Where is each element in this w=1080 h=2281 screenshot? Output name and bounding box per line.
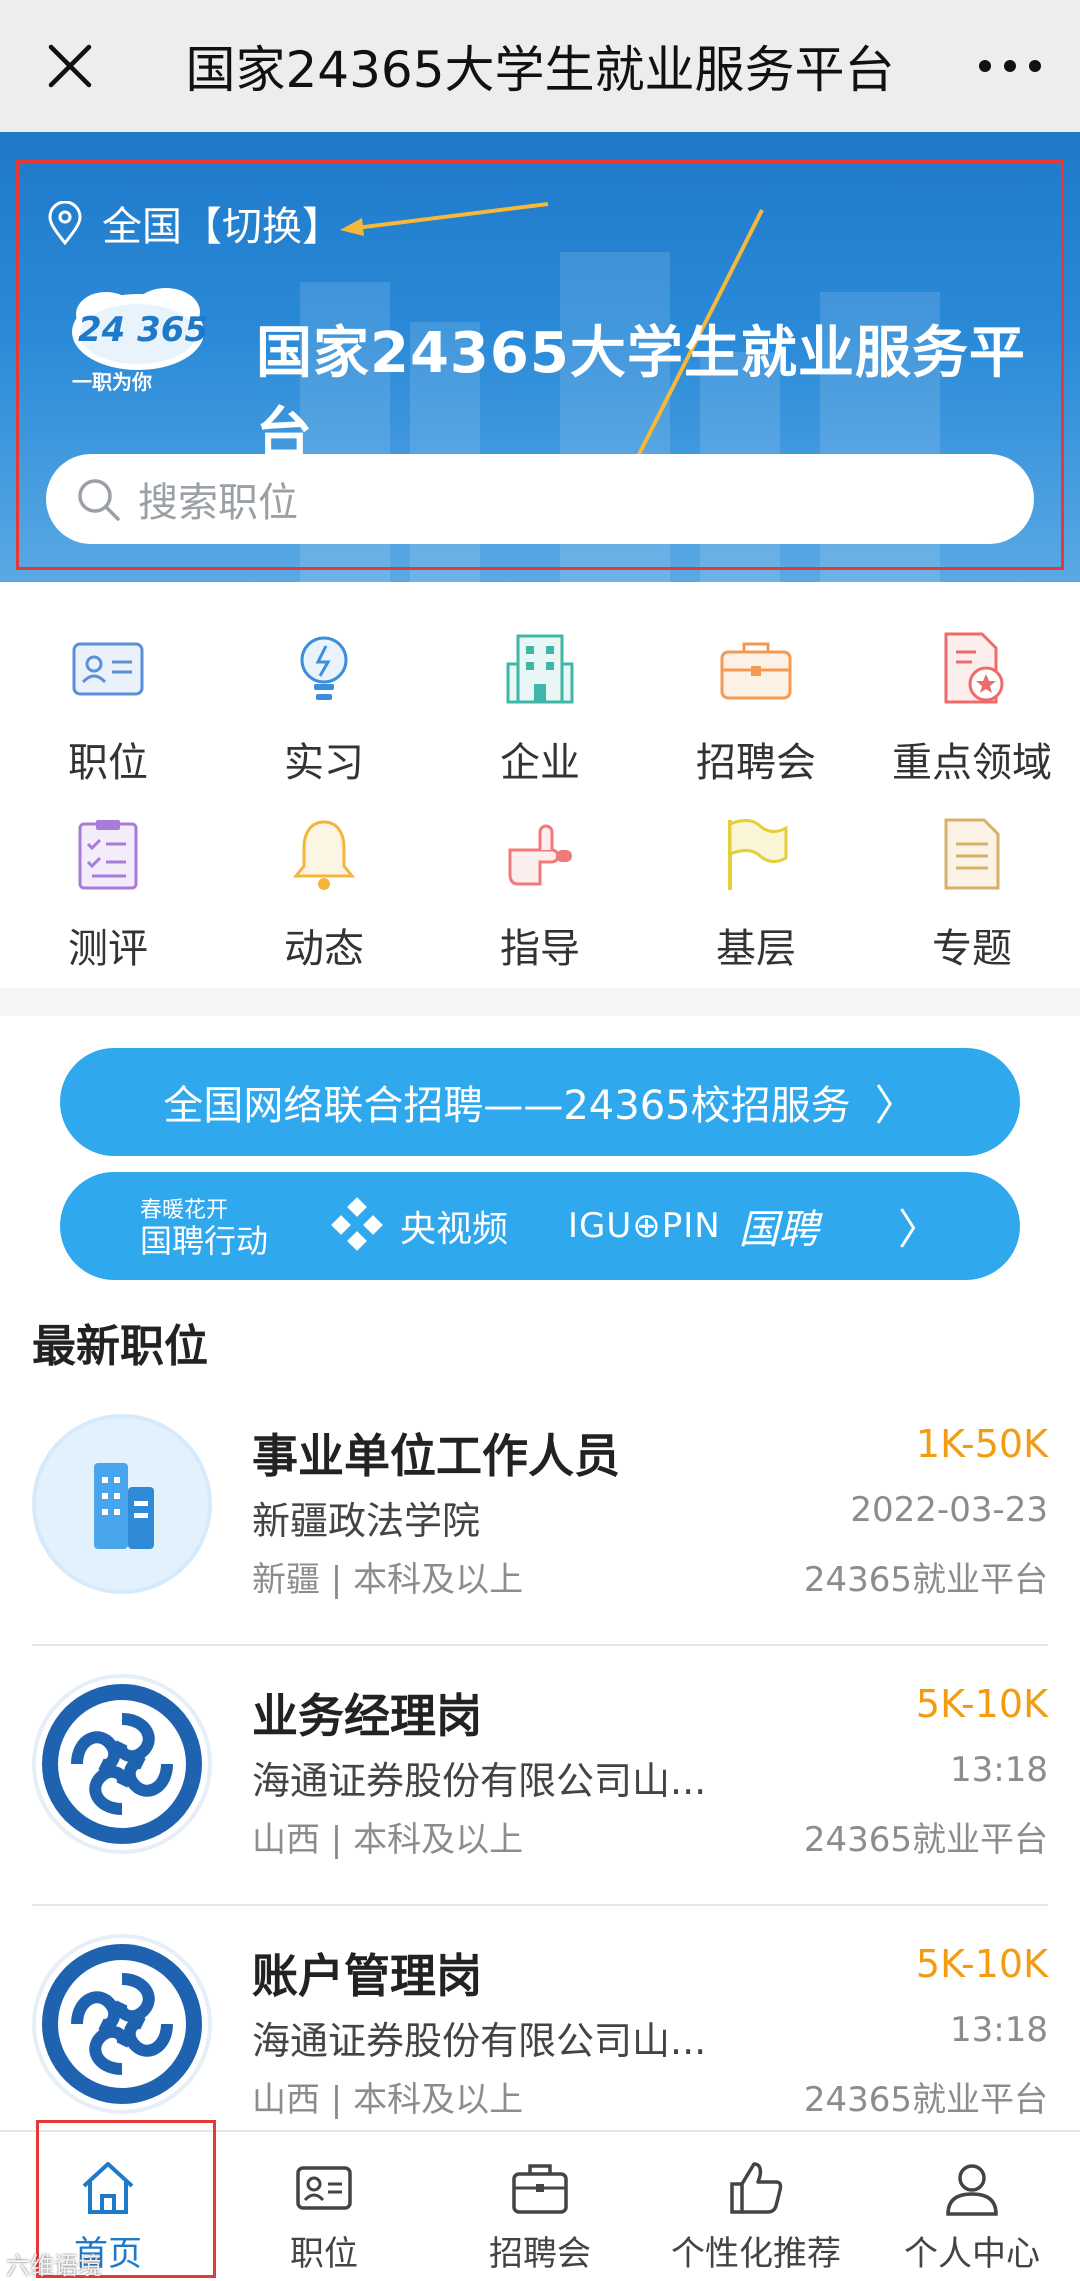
tab-label: 招聘会 xyxy=(489,2234,591,2274)
checklist-icon xyxy=(78,820,138,890)
haitong-logo-icon xyxy=(32,1674,212,1854)
tab-label: 职位 xyxy=(290,2234,358,2274)
brand-line2: 国聘行动 xyxy=(140,1222,269,1260)
job-meta: 新疆 | 本科及以上 xyxy=(252,1560,524,1600)
grid-item-label: 专题 xyxy=(932,926,1012,972)
thumbs-up-icon xyxy=(730,2162,783,2214)
company-name: 新疆政法学院 xyxy=(252,1499,481,1543)
igupin-logo: IGU⊕PIN xyxy=(568,1206,721,1246)
tab-recommendations[interactable]: 个性化推荐 xyxy=(648,2132,864,2281)
file-star-icon xyxy=(944,632,1004,704)
grid-item-topics[interactable]: 专题 xyxy=(864,804,1080,984)
grid-item-label: 实习 xyxy=(284,740,364,786)
job-meta: 山西 | 本科及以上 xyxy=(252,1820,524,1860)
partners-banner[interactable]: 春暖花开 国聘行动 央视频 IGU⊕PIN 国聘 〉 xyxy=(60,1172,1020,1280)
grid-item-label: 职位 xyxy=(68,740,148,786)
company-name: 海通证券股份有限公司山... xyxy=(252,1759,707,1803)
salary: 5K-10K xyxy=(915,1942,1048,1986)
grid-item-assessment[interactable]: 测评 xyxy=(0,804,216,984)
job-meta: 山西 | 本科及以上 xyxy=(252,2080,524,2120)
grid-item-label: 企业 xyxy=(500,740,580,786)
function-grid: 职位 实习 企业 招聘会 重点领域 测评 动态 指导 基层 专题 xyxy=(0,600,1080,980)
more-icon[interactable] xyxy=(970,26,1050,106)
grid-item-grassroots[interactable]: 基层 xyxy=(648,804,864,984)
banner-text: 全国网络联合招聘——24365校招服务 xyxy=(163,1083,851,1129)
id-card-icon xyxy=(296,2166,352,2210)
campus-recruitment-banner[interactable]: 全国网络联合招聘——24365校招服务 〉 xyxy=(60,1048,1020,1156)
grid-item-news[interactable]: 动态 xyxy=(216,804,432,984)
lightbulb-icon xyxy=(300,636,348,700)
grid-item-label: 测评 xyxy=(68,926,148,972)
job-source: 24365就业平台 xyxy=(803,2080,1048,2120)
job-title: 事业单位工作人员 xyxy=(252,1429,620,1483)
job-title: 账户管理岗 xyxy=(252,1949,482,2003)
salary: 5K-10K xyxy=(915,1682,1048,1726)
top-navigation-bar: 国家24365大学生就业服务平台 xyxy=(0,0,1080,132)
tab-label: 个人中心 xyxy=(904,2234,1040,2274)
grid-item-enterprise[interactable]: 企业 xyxy=(432,618,648,798)
grid-item-label: 指导 xyxy=(500,926,580,972)
guopin-action-logo: 春暖花开 国聘行动 xyxy=(140,1196,269,1260)
grid-item-label: 动态 xyxy=(284,926,364,972)
grid-item-label: 基层 xyxy=(716,926,796,972)
watermark: 六维语境 xyxy=(6,2252,102,2280)
hand-point-icon xyxy=(508,824,572,886)
cctv-video-logo: 央视频 xyxy=(328,1196,508,1256)
job-list-item[interactable]: 业务经理岗 海通证券股份有限公司山... 山西 | 本科及以上 5K-10K 1… xyxy=(0,1646,1080,1906)
job-list-item[interactable]: 事业单位工作人员 新疆政法学院 新疆 | 本科及以上 1K-50K 2022-0… xyxy=(0,1386,1080,1646)
job-title: 业务经理岗 xyxy=(252,1689,482,1743)
salary: 1K-50K xyxy=(915,1422,1048,1466)
grid-item-internship[interactable]: 实习 xyxy=(216,618,432,798)
section-title-latest-jobs: 最新职位 xyxy=(32,1321,208,1372)
grid-item-label: 招聘会 xyxy=(696,740,816,786)
bell-icon xyxy=(292,820,356,890)
grid-item-jobs[interactable]: 职位 xyxy=(0,618,216,798)
chevron-right-icon: 〉 xyxy=(874,1080,917,1130)
hero-banner: 全国【切换】 24 365 一职为你 国家24365大学生就业服务平台 搜索职位 xyxy=(0,132,1080,582)
grid-item-guidance[interactable]: 指导 xyxy=(432,804,648,984)
document-icon xyxy=(944,818,1000,890)
tab-jobs[interactable]: 职位 xyxy=(216,2132,432,2281)
post-date: 2022-03-23 xyxy=(850,1490,1048,1530)
highlight-frame xyxy=(16,160,1064,570)
haitong-logo-icon xyxy=(32,1934,212,2114)
grid-item-label: 重点领域 xyxy=(892,740,1052,786)
tab-profile[interactable]: 个人中心 xyxy=(864,2132,1080,2281)
briefcase-icon xyxy=(720,642,792,700)
page-title: 国家24365大学生就业服务平台 xyxy=(185,41,895,99)
briefcase-icon xyxy=(512,2164,568,2214)
building-logo-icon xyxy=(32,1414,212,1594)
tab-label: 个性化推荐 xyxy=(671,2234,841,2274)
post-date: 13:18 xyxy=(950,1750,1048,1790)
flag-icon xyxy=(728,819,788,890)
job-source: 24365就业平台 xyxy=(803,1560,1048,1600)
grid-item-job-fair[interactable]: 招聘会 xyxy=(648,618,864,798)
cctv-logo-icon xyxy=(331,1197,383,1251)
chevron-right-icon: 〉 xyxy=(897,1204,940,1254)
user-icon xyxy=(946,2164,998,2216)
job-source: 24365就业平台 xyxy=(803,1820,1048,1860)
building-icon xyxy=(506,634,574,704)
post-date: 13:18 xyxy=(950,2010,1048,2050)
section-divider xyxy=(0,988,1080,1016)
id-card-icon xyxy=(72,642,144,696)
cctv-text: 央视频 xyxy=(400,1209,509,1250)
guopin-calligraphy: 国聘 xyxy=(738,1207,819,1253)
app-root: 国家24365大学生就业服务平台 全国【切换】 24 365 一职为你 国家24… xyxy=(0,0,1080,2281)
grid-item-key-areas[interactable]: 重点领域 xyxy=(864,618,1080,798)
tab-job-fair[interactable]: 招聘会 xyxy=(432,2132,648,2281)
company-name: 海通证券股份有限公司山... xyxy=(252,2019,707,2063)
